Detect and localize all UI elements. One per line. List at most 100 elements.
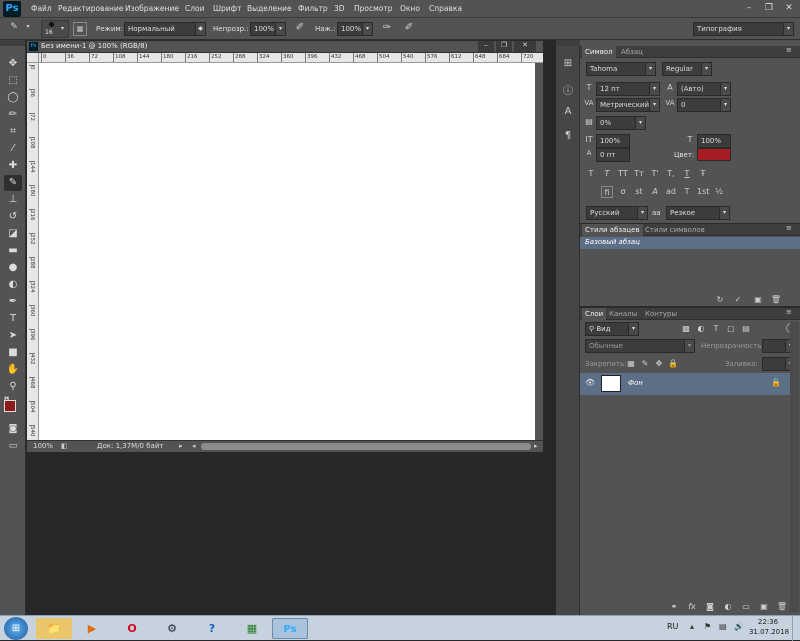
kerning-field[interactable]: Метрический ▾ bbox=[596, 98, 660, 112]
character-panel-icon[interactable]: A bbox=[560, 106, 576, 117]
clock-date[interactable]: 31.07.2018 bbox=[748, 628, 790, 636]
alt-ligatures-button[interactable]: σ bbox=[617, 186, 629, 198]
history-panel-icon[interactable]: ⊞ bbox=[560, 58, 576, 69]
menu-edit[interactable]: Редактирование bbox=[58, 0, 123, 18]
zoom-level[interactable]: 100% bbox=[33, 442, 53, 450]
menu-file[interactable]: Файл bbox=[31, 0, 52, 18]
move-tool-icon[interactable]: ✥ bbox=[4, 56, 22, 72]
delete-style-icon[interactable]: 🗑 bbox=[770, 294, 782, 306]
faux-bold-button[interactable]: T bbox=[585, 168, 597, 180]
tab-paragraph[interactable]: Абзац bbox=[618, 46, 646, 58]
font-style-select[interactable]: Regular ▾ bbox=[662, 62, 712, 76]
panel-menu-icon[interactable]: ≡ bbox=[786, 46, 792, 54]
baseline-shift-field[interactable]: 0 пт bbox=[596, 148, 630, 162]
doc-close-button[interactable]: ✕ bbox=[514, 41, 536, 52]
stylistic-alternates-button[interactable]: ad bbox=[665, 186, 677, 198]
strikethrough-button[interactable]: Ŧ bbox=[697, 168, 709, 180]
screen-mode-icon[interactable]: ▭ bbox=[4, 438, 22, 454]
filter-pixel-icon[interactable]: ▩ bbox=[680, 323, 692, 335]
layer-blend-mode-select[interactable]: Обычные ▾ bbox=[585, 339, 695, 353]
pressure-field[interactable]: 100% ▾ bbox=[337, 22, 373, 36]
menu-help[interactable]: Справка bbox=[429, 0, 462, 18]
pressure-opacity-icon[interactable]: ✐ bbox=[293, 22, 307, 33]
lock-transparent-icon[interactable]: ▦ bbox=[625, 358, 637, 370]
history-brush-tool-icon[interactable]: ↺ bbox=[4, 209, 22, 225]
redefine-style-icon[interactable]: ↻ bbox=[714, 294, 726, 306]
healing-brush-tool-icon[interactable]: ✚ bbox=[4, 158, 22, 174]
brush-tool-icon[interactable]: ✎ bbox=[4, 175, 22, 191]
media-player-taskbar-icon[interactable]: ▶ bbox=[74, 618, 110, 639]
layer-style-icon[interactable]: fx bbox=[686, 601, 698, 613]
filter-shape-icon[interactable]: ▢ bbox=[725, 323, 737, 335]
menu-window[interactable]: Окно bbox=[400, 0, 420, 18]
hand-tool-icon[interactable]: ✋ bbox=[4, 362, 22, 378]
doc-minimize-button[interactable]: – bbox=[478, 41, 494, 52]
add-mask-icon[interactable]: ◙ bbox=[704, 601, 716, 613]
delete-layer-icon[interactable]: 🗑 bbox=[776, 601, 788, 613]
panel-menu-icon[interactable]: ≡ bbox=[786, 308, 792, 316]
menu-filter[interactable]: Фильтр bbox=[298, 0, 328, 18]
status-menu-arrow-icon[interactable]: ▸ bbox=[179, 442, 183, 450]
language-select[interactable]: Русский ▾ bbox=[586, 206, 648, 220]
network-icon[interactable]: ▤ bbox=[719, 622, 727, 631]
minimize-button[interactable]: – bbox=[740, 2, 758, 15]
blend-mode-select[interactable]: Нормальный ◆ bbox=[124, 22, 206, 36]
tab-layers[interactable]: Слои bbox=[582, 308, 607, 320]
text-color-swatch[interactable] bbox=[697, 148, 731, 161]
new-style-icon[interactable]: ▣ bbox=[752, 294, 764, 306]
small-caps-button[interactable]: Tт bbox=[633, 168, 645, 180]
steam-taskbar-icon[interactable]: ⚙ bbox=[154, 618, 190, 639]
scroll-left-arrow-icon[interactable]: ◂ bbox=[192, 442, 196, 450]
antialias-select[interactable]: Резкое ▾ bbox=[666, 206, 730, 220]
tracking-field[interactable]: 0 ▾ bbox=[677, 98, 731, 112]
superscript-button[interactable]: T' bbox=[649, 168, 661, 180]
fractions-button[interactable]: ½ bbox=[713, 186, 725, 198]
clock-time[interactable]: 22:36 bbox=[753, 618, 783, 626]
discretionary-ligatures-button[interactable]: st bbox=[633, 186, 645, 198]
adjustment-layer-icon[interactable]: ◐ bbox=[722, 601, 734, 613]
menu-image[interactable]: Изображение bbox=[125, 0, 179, 18]
menu-type[interactable]: Шрифт bbox=[213, 0, 241, 18]
filter-smart-object-icon[interactable]: ▤ bbox=[740, 323, 752, 335]
brush-panel-toggle-icon[interactable]: ▦ bbox=[73, 22, 87, 36]
language-indicator[interactable]: RU bbox=[667, 622, 678, 631]
clone-stamp-tool-icon[interactable]: ⊥ bbox=[4, 192, 22, 208]
pen-tool-icon[interactable]: ✒ bbox=[4, 294, 22, 310]
document-tab[interactable]: Ps Без имени-1 @ 100% (RGB/8) – ❐ ✕ bbox=[27, 41, 543, 53]
layer-row[interactable]: 👁 Фон 🔒 bbox=[580, 373, 790, 395]
all-caps-button[interactable]: TT bbox=[617, 168, 629, 180]
document-canvas[interactable] bbox=[39, 63, 535, 441]
photoshop-taskbar-icon[interactable]: Ps bbox=[272, 618, 308, 639]
panel-menu-icon[interactable]: ≡ bbox=[786, 224, 792, 232]
vertical-scale-field[interactable]: 100% bbox=[596, 134, 630, 148]
eraser-tool-icon[interactable]: ◪ bbox=[4, 226, 22, 242]
help-taskbar-icon[interactable]: ? bbox=[194, 618, 230, 639]
leading-field[interactable]: (Авто) ▾ bbox=[677, 82, 731, 96]
tray-arrow-icon[interactable]: ▴ bbox=[690, 622, 694, 631]
lock-all-icon[interactable]: 🔒 bbox=[667, 358, 679, 370]
airbrush-icon[interactable]: ✑ bbox=[380, 22, 394, 33]
layer-filter-select[interactable]: ⚲ Вид ▾ bbox=[585, 322, 639, 336]
quick-mask-icon[interactable]: ◙ bbox=[4, 421, 22, 437]
foreground-color-swatch[interactable] bbox=[4, 400, 16, 412]
visibility-eye-icon[interactable]: 👁 bbox=[585, 378, 595, 387]
crop-tool-icon[interactable]: ⌗ bbox=[4, 124, 22, 140]
tool-preset-dropdown-icon[interactable]: ▾ bbox=[24, 23, 32, 30]
opacity-field[interactable]: 100% ▾ bbox=[250, 22, 286, 36]
type-tool-icon[interactable]: T bbox=[4, 311, 22, 327]
font-family-select[interactable]: Tahoma ▾ bbox=[586, 62, 656, 76]
clear-override-icon[interactable]: ✓ bbox=[732, 294, 744, 306]
horizontal-ruler[interactable]: 0 36 72 108 144 180 216 252 288 324 360 396 432 468 50… bbox=[39, 53, 543, 63]
vertical-ruler[interactable]: 0 36 72 108 144 180 216 252 288 324 360 396 432 468 50… bbox=[27, 63, 39, 441]
lock-image-icon[interactable]: ✎ bbox=[639, 358, 651, 370]
info-panel-icon[interactable]: ⓘ bbox=[560, 82, 576, 97]
status-info-icon[interactable]: ◧ bbox=[61, 442, 68, 450]
horizontal-scale-field[interactable]: 100% bbox=[697, 134, 731, 148]
opera-taskbar-icon[interactable]: O bbox=[114, 618, 150, 639]
brush-tool-icon[interactable]: ✎ bbox=[6, 22, 22, 36]
ligatures-button[interactable]: fi bbox=[601, 186, 613, 198]
filter-adjustment-icon[interactable]: ◐ bbox=[695, 323, 707, 335]
rectangle-tool-icon[interactable]: ■ bbox=[4, 345, 22, 361]
tab-paths[interactable]: Контуры bbox=[642, 308, 680, 320]
swash-button[interactable]: A bbox=[649, 186, 661, 198]
